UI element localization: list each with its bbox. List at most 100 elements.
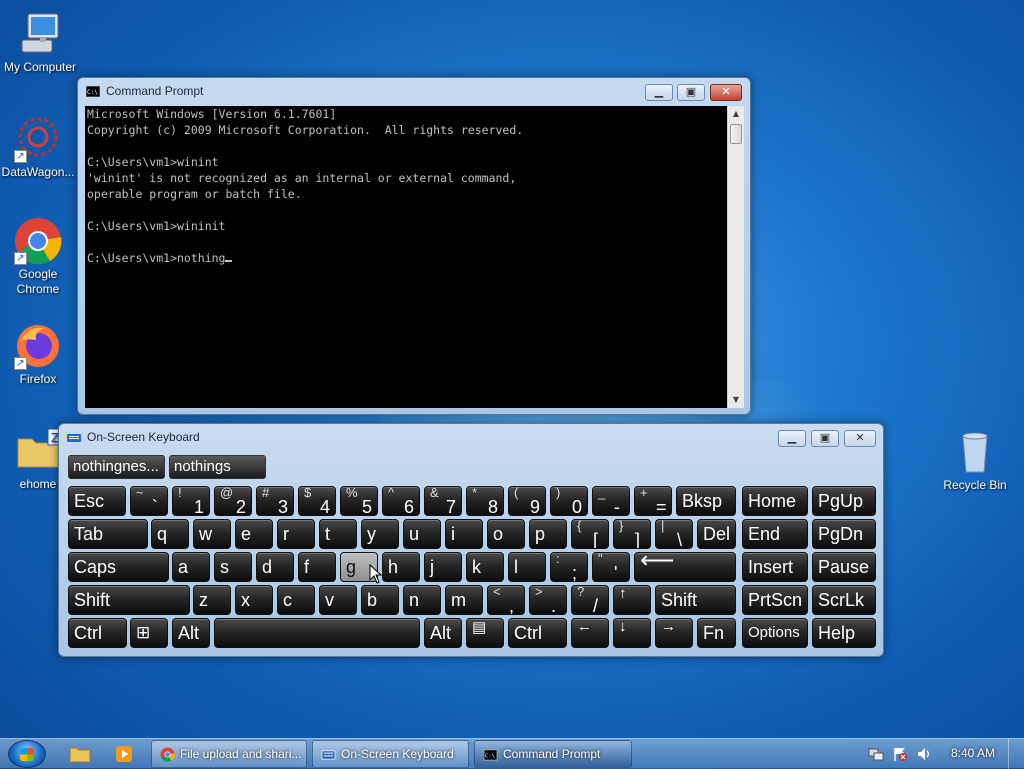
- key-down-arrow[interactable]: ↓: [613, 618, 651, 648]
- key-ctrl-left[interactable]: Ctrl: [68, 618, 127, 648]
- minimize-button[interactable]: ▁: [778, 430, 806, 447]
- key-y[interactable]: y: [361, 519, 399, 549]
- key-esc[interactable]: Esc: [68, 486, 126, 516]
- key-b[interactable]: b: [361, 585, 399, 615]
- key-enter[interactable]: ⟵: [634, 552, 736, 582]
- key-k[interactable]: k: [466, 552, 504, 582]
- key-pgdn[interactable]: PgDn: [812, 519, 876, 549]
- key-minus[interactable]: _ -: [592, 486, 630, 516]
- key-alt-left[interactable]: Alt: [172, 618, 210, 648]
- taskbar[interactable]: File upload and shari... On-Screen Keybo…: [0, 738, 1024, 769]
- close-button[interactable]: ✕: [710, 84, 742, 101]
- key-tab[interactable]: Tab: [68, 519, 148, 549]
- key-x[interactable]: x: [235, 585, 273, 615]
- key-up-arrow[interactable]: ↑: [613, 585, 651, 615]
- taskbar-button-on-screen-keyboard[interactable]: On-Screen Keyboard: [312, 740, 469, 768]
- key-shift-left[interactable]: Shift: [68, 585, 190, 615]
- taskbar-button-command-prompt[interactable]: C:\ Command Prompt: [474, 740, 632, 768]
- help-button[interactable]: Help: [812, 618, 876, 648]
- key-right-arrow[interactable]: →: [655, 618, 693, 648]
- minimize-button[interactable]: ▁: [645, 84, 673, 101]
- key-4[interactable]: $4: [298, 486, 336, 516]
- desktop-icon-my-computer[interactable]: My Computer: [0, 10, 80, 75]
- prediction-suggestion[interactable]: nothingnes...: [68, 455, 165, 479]
- key-quote[interactable]: " ': [592, 552, 630, 582]
- key-8[interactable]: * 8: [466, 486, 504, 516]
- key-j[interactable]: j: [424, 552, 462, 582]
- key-home[interactable]: Home: [742, 486, 808, 516]
- key-f[interactable]: f: [298, 552, 336, 582]
- key-left-arrow[interactable]: ←: [571, 618, 609, 648]
- prediction-suggestion[interactable]: nothings: [169, 455, 266, 479]
- title-bar[interactable]: On-Screen Keyboard ▁ ▣ ✕: [59, 424, 883, 452]
- key-e[interactable]: e: [235, 519, 273, 549]
- key-v[interactable]: v: [319, 585, 357, 615]
- network-icon[interactable]: [868, 746, 884, 762]
- key-a[interactable]: a: [172, 552, 210, 582]
- windows-explorer-icon[interactable]: [66, 743, 94, 765]
- key-lbracket[interactable]: {[: [571, 519, 609, 549]
- key-slash[interactable]: ? /: [571, 585, 609, 615]
- key-5[interactable]: % 5: [340, 486, 378, 516]
- key-caps[interactable]: Caps: [68, 552, 169, 582]
- key-period[interactable]: >.: [529, 585, 567, 615]
- key-prtscn[interactable]: PrtScn: [742, 585, 808, 615]
- key-1[interactable]: ! 1: [172, 486, 210, 516]
- key-q[interactable]: q: [151, 519, 189, 549]
- key-space[interactable]: [214, 618, 420, 648]
- key-o[interactable]: o: [487, 519, 525, 549]
- maximize-button[interactable]: ▣: [677, 84, 705, 101]
- key-insert[interactable]: Insert: [742, 552, 808, 582]
- clock[interactable]: 8:40 AM: [951, 746, 995, 760]
- scroll-up-arrow-icon[interactable]: ▲: [728, 106, 744, 122]
- scroll-down-arrow-icon[interactable]: ▼: [728, 392, 744, 408]
- key-l[interactable]: l: [508, 552, 546, 582]
- media-player-icon[interactable]: [110, 743, 138, 765]
- key-d[interactable]: d: [256, 552, 294, 582]
- key-m[interactable]: m: [445, 585, 483, 615]
- key-w[interactable]: w: [193, 519, 231, 549]
- key-z[interactable]: z: [193, 585, 231, 615]
- console-output[interactable]: Microsoft Windows [Version 6.1.7601] Cop…: [85, 106, 727, 408]
- key-u[interactable]: u: [403, 519, 441, 549]
- key-semicolon[interactable]: :;: [550, 552, 588, 582]
- vertical-scrollbar[interactable]: ▲ ▼: [727, 106, 744, 408]
- action-center-flag-icon[interactable]: [892, 746, 908, 762]
- scroll-thumb[interactable]: [730, 124, 742, 144]
- key-7[interactable]: & 7: [424, 486, 462, 516]
- title-bar[interactable]: C:\ Command Prompt ▁ ▣ ✕: [78, 78, 750, 106]
- desktop-icon-google-chrome[interactable]: ↗ Google Chrome: [0, 217, 78, 297]
- close-button[interactable]: ✕: [844, 430, 876, 447]
- on-screen-keyboard-window[interactable]: On-Screen Keyboard ▁ ▣ ✕ nothingnes... n…: [58, 423, 884, 657]
- key-r[interactable]: r: [277, 519, 315, 549]
- desktop-icon-firefox[interactable]: ↗ Firefox: [0, 322, 78, 387]
- key-grave[interactable]: ~ `: [130, 486, 168, 516]
- maximize-button[interactable]: ▣: [811, 430, 839, 447]
- key-h[interactable]: h: [382, 552, 420, 582]
- key-windows[interactable]: ⊞: [130, 618, 168, 648]
- show-desktop-button[interactable]: [1008, 739, 1024, 769]
- key-t[interactable]: t: [319, 519, 357, 549]
- key-backslash[interactable]: | \: [655, 519, 693, 549]
- key-2[interactable]: @2: [214, 486, 252, 516]
- key-menu[interactable]: ▤: [466, 618, 504, 648]
- key-3[interactable]: #3: [256, 486, 294, 516]
- key-equals[interactable]: + =: [634, 486, 672, 516]
- key-c[interactable]: c: [277, 585, 315, 615]
- key-fn[interactable]: Fn: [697, 618, 736, 648]
- key-pause[interactable]: Pause: [812, 552, 876, 582]
- key-6[interactable]: ^ 6: [382, 486, 420, 516]
- key-scrlk[interactable]: ScrLk: [812, 585, 876, 615]
- options-button[interactable]: Options: [742, 618, 808, 648]
- key-0[interactable]: ) 0: [550, 486, 588, 516]
- key-rbracket[interactable]: }]: [613, 519, 651, 549]
- key-ctrl-right[interactable]: Ctrl: [508, 618, 567, 648]
- key-alt-right[interactable]: Alt: [424, 618, 462, 648]
- key-9[interactable]: (9: [508, 486, 546, 516]
- desktop-icon-datawagon[interactable]: ↗ DataWagon...: [0, 115, 78, 180]
- key-i[interactable]: i: [445, 519, 483, 549]
- volume-icon[interactable]: [916, 746, 932, 762]
- key-p[interactable]: p: [529, 519, 567, 549]
- key-bksp[interactable]: Bksp: [676, 486, 736, 516]
- key-comma[interactable]: <,: [487, 585, 525, 615]
